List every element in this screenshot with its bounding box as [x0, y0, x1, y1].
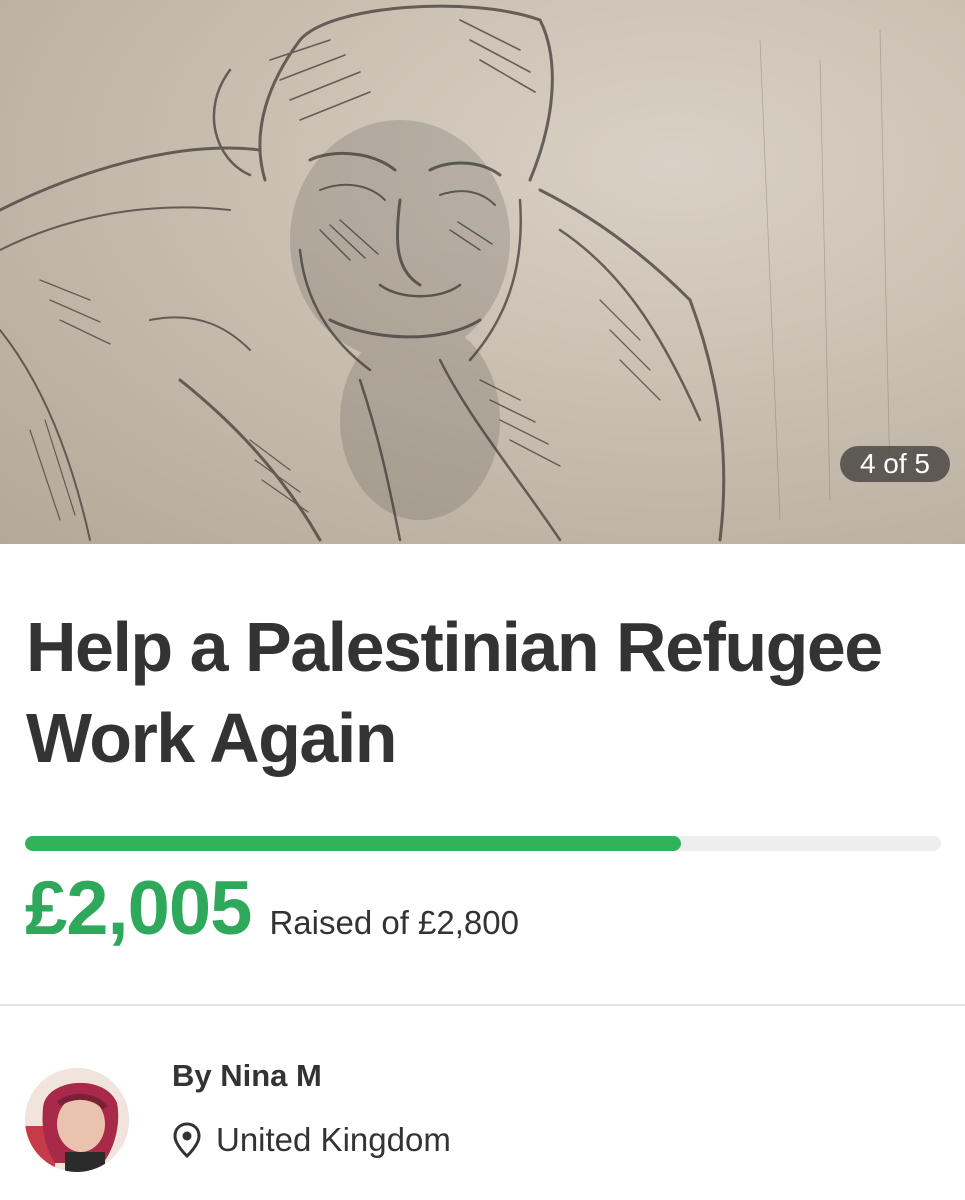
- organizer-location: United Kingdom: [172, 1118, 451, 1162]
- goal-label: Raised of £2,800: [269, 904, 519, 941]
- location-label: United Kingdom: [216, 1121, 451, 1158]
- campaign-title: Help a Palestinian Refugee Work Again: [26, 608, 883, 777]
- funding-progress-fill: [25, 836, 681, 851]
- amount-raised: £2,005: [25, 866, 252, 951]
- campaign-hero-image[interactable]: 4 of 5: [0, 0, 965, 544]
- avatar-portrait: [25, 1068, 129, 1172]
- pencil-sketch-drawing: [0, 4, 891, 542]
- organizer-avatar[interactable]: [25, 1068, 129, 1172]
- funding-progress-bar: [25, 836, 941, 851]
- organizer-name[interactable]: By Nina M: [172, 1054, 322, 1098]
- map-pin-icon: [173, 1122, 201, 1158]
- image-counter-badge: 4 of 5: [839, 446, 950, 482]
- funding-summary: £2,005 Raised of £2,800: [25, 866, 519, 952]
- section-divider: [0, 1004, 965, 1006]
